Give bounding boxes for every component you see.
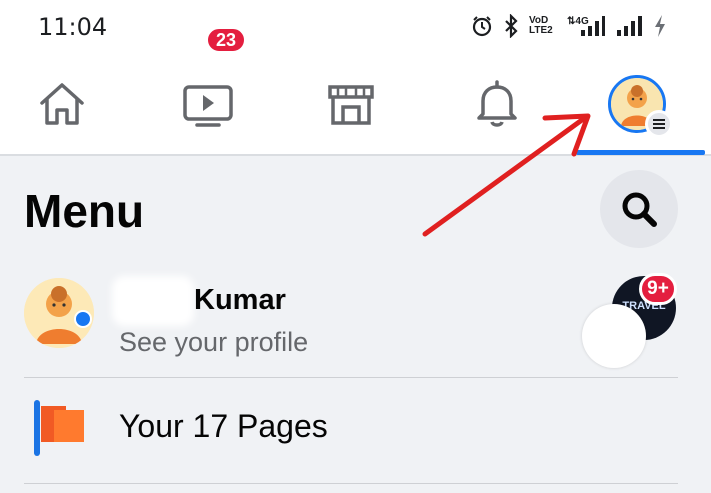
tab-notifications[interactable] — [437, 54, 557, 154]
divider — [24, 483, 678, 484]
active-tab-indicator — [576, 150, 705, 155]
search-button[interactable] — [600, 170, 678, 248]
tab-watch[interactable] — [148, 54, 268, 154]
status-bar: 11:04 VoD LTE2 ⇅4G — [0, 0, 711, 54]
divider — [24, 377, 678, 378]
charging-icon — [655, 15, 665, 37]
pages-flag-icon — [34, 400, 84, 456]
video-icon — [183, 85, 233, 127]
alarm-icon — [472, 16, 492, 37]
svg-text:⇅4G: ⇅4G — [567, 16, 589, 27]
status-icons: VoD LTE2 ⇅4G — [471, 14, 667, 38]
search-icon — [622, 192, 657, 227]
signal-icon — [617, 16, 642, 36]
watch-badge: 23 — [205, 26, 247, 54]
verified-badge-icon — [74, 310, 92, 328]
see-profile-link[interactable]: See your profile — [119, 327, 308, 358]
signal-4g-icon: ⇅4G — [567, 16, 605, 36]
shortcut-pages[interactable]: Your 17 Pages — [119, 408, 328, 445]
redacted-name — [112, 276, 194, 326]
marketplace-icon — [328, 85, 374, 125]
account-badge: 9+ — [639, 273, 677, 305]
volte-icon: VoD LTE2 — [529, 15, 553, 36]
tab-marketplace[interactable] — [291, 54, 411, 154]
status-time: 11:04 — [38, 13, 108, 41]
menu-hamburger-icon — [645, 110, 673, 138]
top-nav-bar — [0, 54, 711, 156]
profile-name[interactable]: Kumar — [194, 284, 286, 317]
bluetooth-icon — [505, 14, 518, 38]
account-switcher-overlay[interactable] — [582, 304, 646, 368]
bell-icon — [477, 80, 517, 127]
tab-home[interactable] — [2, 54, 122, 154]
page-title: Menu — [24, 185, 145, 237]
home-icon — [40, 83, 84, 125]
